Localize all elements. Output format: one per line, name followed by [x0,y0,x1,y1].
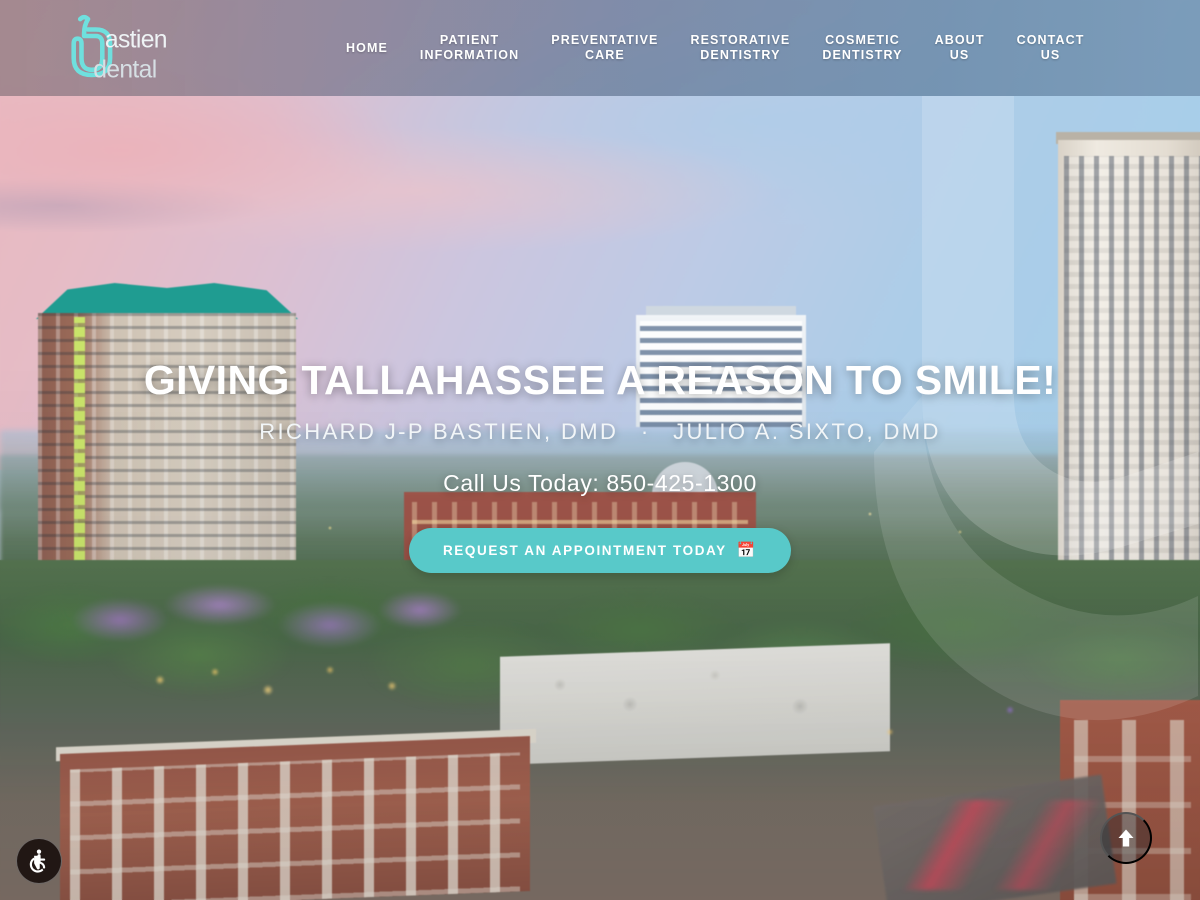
request-appointment-label: REQUEST AN APPOINTMENT TODAY [442,543,727,558]
scroll-to-top-button[interactable] [1100,812,1152,864]
svg-text:astien: astien [105,27,167,54]
hero-headline: GIVING TALLAHASSEE A REASON TO SMILE! [143,357,1057,403]
primary-navigation: HOME PATIENT INFORMATION PREVENTATIVE CA… [330,0,1100,96]
nav-item-preventative-care[interactable]: PREVENTATIVE CARE [535,33,674,63]
nav-item-about-us[interactable]: ABOUT US [919,33,1001,63]
calendar-icon: 📅 [736,542,758,559]
svg-text:dental: dental [93,57,156,84]
tooth-b-logo-icon: astien dental [71,14,168,84]
hero-content: GIVING TALLAHASSEE A REASON TO SMILE! RI… [0,355,1200,573]
request-appointment-button[interactable]: REQUEST AN APPOINTMENT TODAY 📅 [408,528,792,573]
nav-item-patient-information[interactable]: PATIENT INFORMATION [404,33,535,63]
hero-doctor-names: RICHARD J-P BASTIEN, DMD · JULIO A. SIXT… [0,419,1200,445]
nav-item-restorative-dentistry[interactable]: RESTORATIVE DENTISTRY [674,33,806,63]
hero-cta-wrapper: REQUEST AN APPOINTMENT TODAY 📅 [0,528,1200,573]
doctor-name-two: JULIO A. SIXTO, DMD [673,419,941,444]
doctor-name-one: RICHARD J-P BASTIEN, DMD [259,419,619,444]
nav-item-contact-us[interactable]: CONTACT US [1001,33,1101,63]
wheelchair-accessibility-icon [29,849,46,873]
nav-item-home[interactable]: HOME [330,41,404,56]
site-header: astien dental HOME PATIENT INFORMATION P… [0,0,1200,96]
arrow-up-icon [1118,829,1134,847]
car-light-trails [900,800,1110,890]
street-lamp-glows [0,640,1200,760]
nav-item-cosmetic-dentistry[interactable]: COSMETIC DENTISTRY [806,33,918,63]
brand-logo[interactable]: astien dental [62,10,192,88]
accessibility-widget-button[interactable] [16,838,62,884]
hero-phone-line[interactable]: Call Us Today: 850-425-1300 [0,470,1200,497]
doctor-name-separator: · [640,419,651,444]
historic-brick-row-buildings [60,735,530,900]
